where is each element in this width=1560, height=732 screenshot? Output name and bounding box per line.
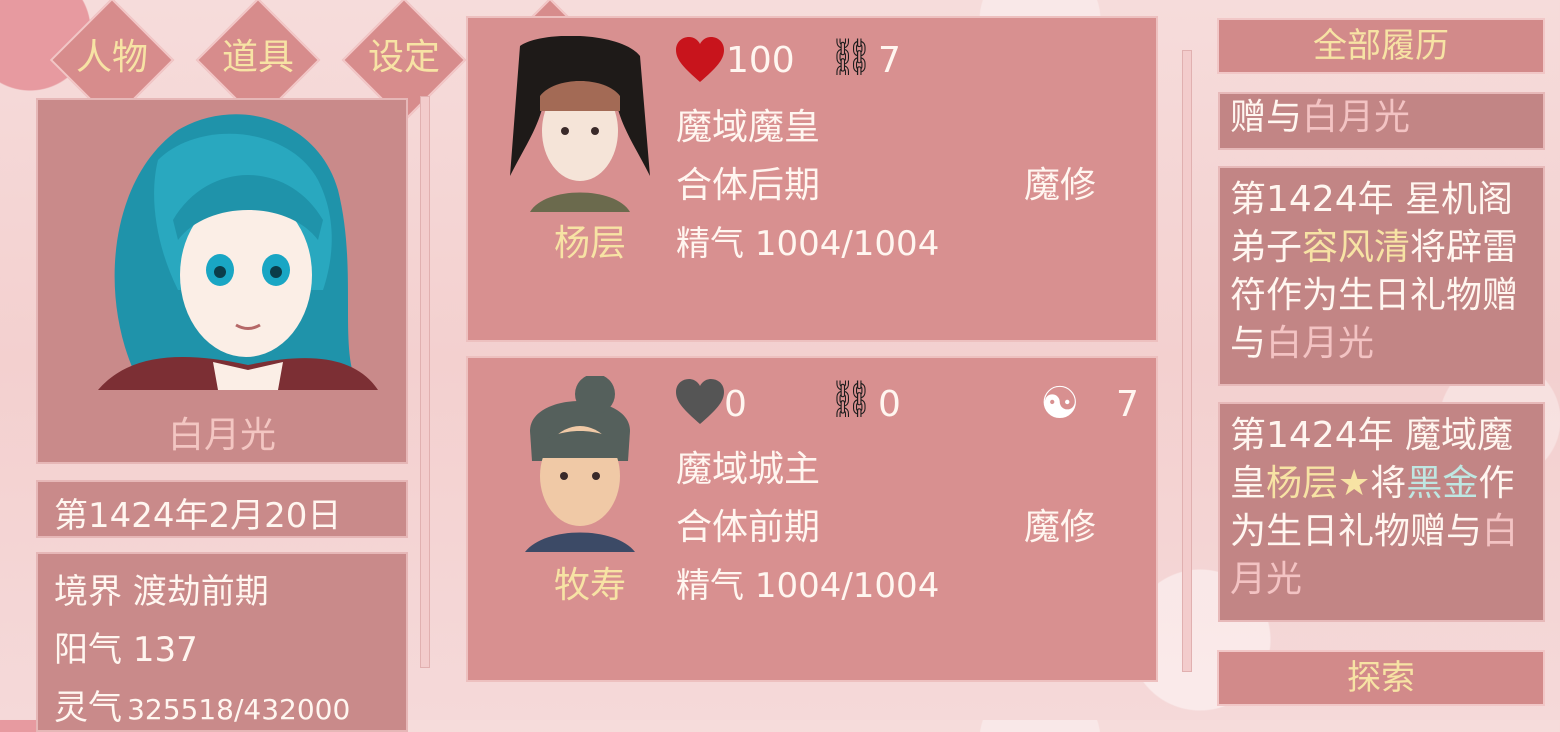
- history-target-name: 白月光: [1302, 97, 1411, 138]
- character-card[interactable]: 牧寿 0 ⛓ 0 ☯ 7 魔域城主 合体前期 魔修 精气 1004/1004: [466, 356, 1158, 682]
- essence-row: 精气 1004/1004: [676, 216, 939, 265]
- realm-row: 境界 渡劫前期: [54, 564, 269, 613]
- yinyang-value: 7: [1116, 384, 1139, 425]
- spirit-value: 325518/432000: [127, 693, 351, 726]
- spirit-label: 灵气: [54, 688, 122, 728]
- character-title: 魔域魔皇: [676, 107, 821, 148]
- player-name: 白月光: [167, 415, 276, 456]
- character-stage: 合体前期: [676, 507, 821, 548]
- history-entry: 第1424年 星机阁弟子容风清将辟雷符作为生日礼物赠与白月光: [1218, 166, 1545, 386]
- history-text: 赠与: [1230, 97, 1303, 138]
- character-portrait: [510, 36, 650, 212]
- tab-characters-label: 人物: [75, 37, 148, 78]
- spirit-row: 灵气 325518/432000: [54, 680, 350, 729]
- history-target-name: 白月光: [1266, 323, 1375, 364]
- tab-items-label: 道具: [221, 37, 294, 78]
- bond-value: 0: [878, 384, 901, 425]
- explore-button[interactable]: 探索: [1217, 650, 1545, 706]
- affection-value: 0: [724, 384, 747, 425]
- history-entry: 第1424年 魔域魔皇杨层★将黑金作为生日礼物赠与白月光: [1218, 402, 1545, 622]
- yinyang-icon: ☯: [1040, 378, 1080, 429]
- player-stats-panel: 境界 渡劫前期 阳气 137 灵气 325518/432000: [36, 552, 408, 732]
- affection-value: 100: [726, 40, 795, 81]
- handcuffs-icon: ⛓: [828, 379, 874, 420]
- player-portrait-panel: 白月光: [36, 98, 408, 464]
- date-panel: 第1424年2月20日: [36, 480, 408, 538]
- character-name: 牧寿: [553, 565, 626, 606]
- character-sect-type: 魔修: [1024, 507, 1097, 548]
- bond-value: 7: [878, 40, 901, 81]
- history-item-name: 黑金: [1406, 463, 1479, 504]
- player-portrait: [98, 114, 378, 390]
- history-actor-name: 杨层★: [1266, 463, 1371, 504]
- history-scrollbar[interactable]: [1182, 50, 1192, 672]
- history-text: 将: [1370, 463, 1407, 504]
- character-sect-type: 魔修: [1024, 165, 1097, 206]
- history-entry: 赠与白月光: [1218, 92, 1545, 150]
- essence-value: 1004/1004: [754, 566, 940, 606]
- current-date: 第1424年2月20日: [54, 496, 342, 536]
- realm-value: 渡劫前期: [132, 572, 269, 612]
- all-history-button[interactable]: 全部履历: [1217, 18, 1545, 74]
- yang-label: 阳气: [54, 630, 122, 670]
- essence-value: 1004/1004: [754, 224, 940, 264]
- essence-row: 精气 1004/1004: [676, 558, 939, 607]
- realm-label: 境界: [54, 572, 122, 612]
- essence-label: 精气: [676, 566, 744, 606]
- character-card[interactable]: 杨层 100 ⛓ 7 魔域魔皇 合体后期 魔修 精气 1004/1004: [466, 16, 1158, 342]
- tab-settings-label: 设定: [367, 37, 440, 78]
- yang-row: 阳气 137: [54, 622, 198, 671]
- heart-icon: [676, 37, 724, 82]
- character-name: 杨层: [553, 223, 626, 264]
- yang-value: 137: [132, 630, 198, 670]
- character-stage: 合体后期: [676, 165, 821, 206]
- character-title: 魔域城主: [676, 449, 821, 490]
- history-actor-name: 容风清: [1302, 227, 1411, 268]
- character-list-scrollbar[interactable]: [420, 96, 430, 668]
- heart-icon: [676, 379, 724, 424]
- handcuffs-icon: ⛓: [828, 37, 874, 78]
- character-portrait: [525, 376, 635, 552]
- essence-label: 精气: [676, 224, 744, 264]
